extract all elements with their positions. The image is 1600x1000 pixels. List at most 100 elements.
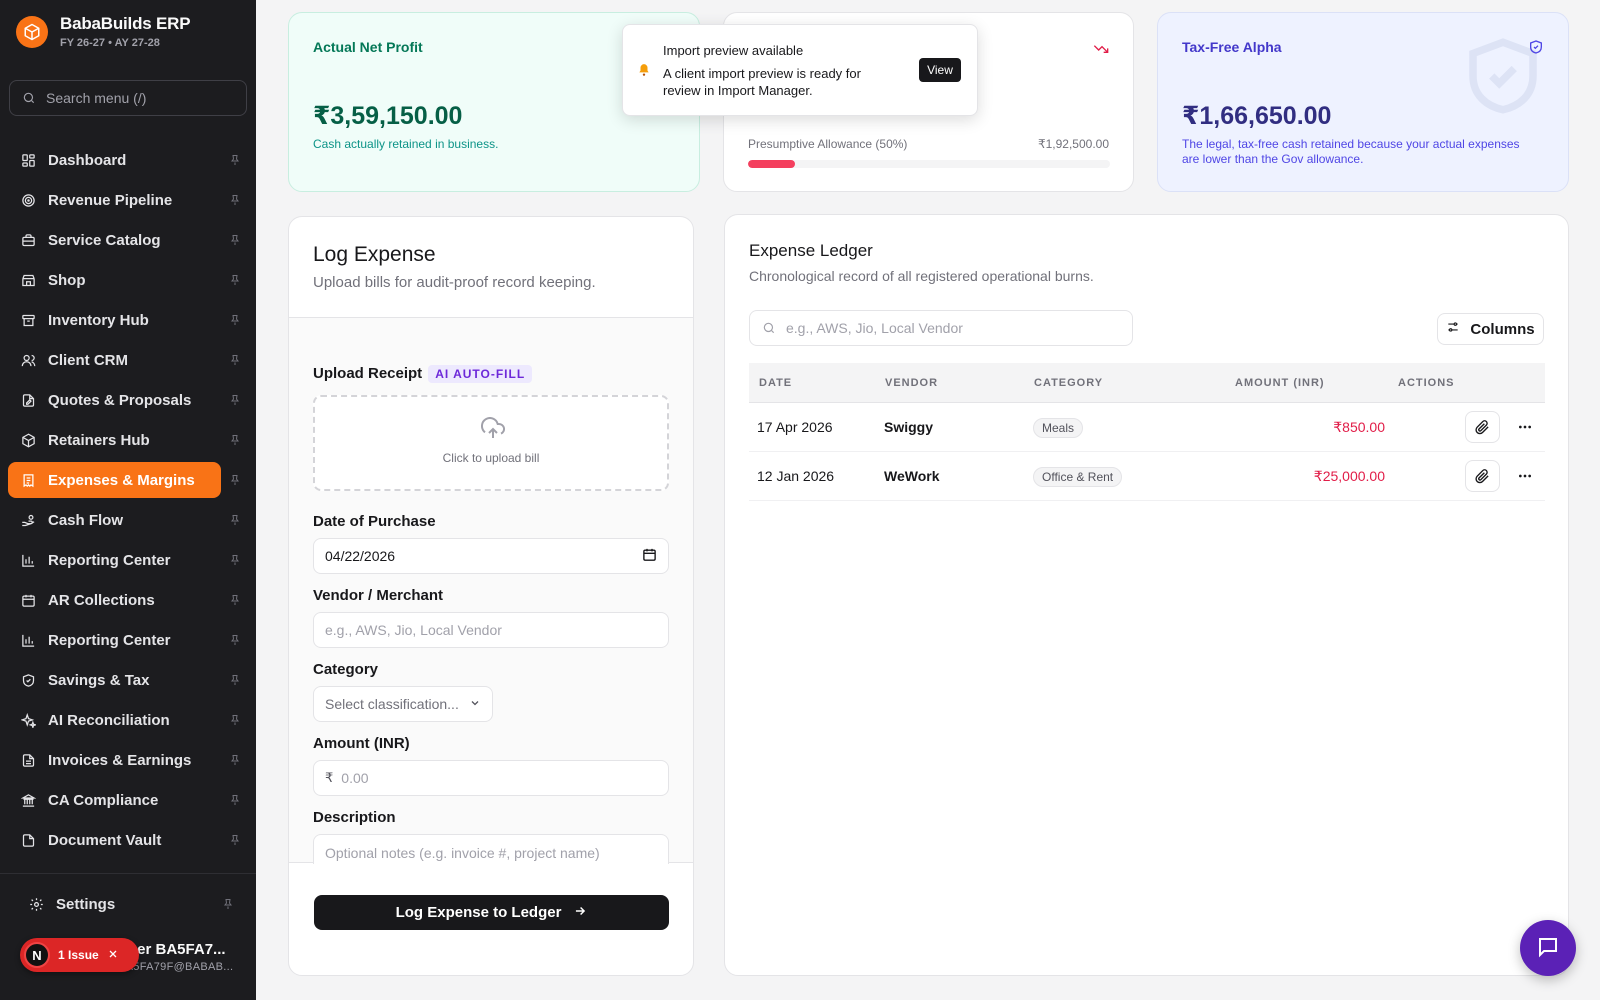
pin-icon[interactable]	[229, 753, 241, 770]
pin-icon[interactable]	[229, 833, 241, 850]
sidebar-divider	[0, 873, 256, 874]
pin-icon[interactable]	[229, 153, 241, 170]
brand[interactable]: BabaBuilds ERP FY 26-27 • AY 27-28	[16, 14, 191, 49]
receipt-icon	[20, 472, 36, 488]
allowance-progress-bar	[748, 160, 1110, 168]
sidebar-item-service-catalog[interactable]: Service Catalog	[8, 222, 248, 258]
toast-view-button[interactable]: View	[919, 58, 961, 82]
pin-icon[interactable]	[229, 713, 241, 730]
row-date: 17 Apr 2026	[757, 419, 833, 435]
category-select[interactable]: Select classification...	[313, 686, 493, 722]
amount-input[interactable]: ₹ 0.00	[313, 760, 669, 796]
table-row[interactable]: 17 Apr 2026 Swiggy Meals ₹850.00	[749, 403, 1545, 452]
chat-button[interactable]	[1520, 920, 1576, 976]
sidebar-item-settings[interactable]: Settings	[16, 886, 246, 922]
sidebar-item-ca-compliance[interactable]: CA Compliance	[8, 782, 248, 818]
chevron-down-icon	[469, 696, 481, 712]
bar-chart-icon	[20, 632, 36, 648]
bar-chart-icon	[20, 552, 36, 568]
sidebar-item-invoices-earnings[interactable]: Invoices & Earnings	[8, 742, 248, 778]
ai-autofill-badge: AI AUTO-FILL	[428, 365, 533, 383]
header-amount[interactable]: AMOUNT (INR)	[1235, 377, 1325, 389]
sidebar-item-shop[interactable]: Shop	[8, 262, 248, 298]
sidebar-item-label: AR Collections	[48, 591, 155, 609]
landmark-icon	[20, 792, 36, 808]
user-profile[interactable]: User BA5FA7... BA5FA79F@BABAB... N 1 Iss…	[20, 938, 250, 978]
ledger-search-input[interactable]: e.g., AWS, Jio, Local Vendor	[749, 310, 1133, 346]
sidebar-item-client-crm[interactable]: Client CRM	[8, 342, 248, 378]
menu-search-input[interactable]: Search menu (/)	[9, 80, 247, 116]
sidebar-item-retainers-hub[interactable]: Retainers Hub	[8, 422, 248, 458]
pin-icon[interactable]	[229, 673, 241, 690]
box-logo-icon	[16, 15, 48, 48]
date-of-purchase-input[interactable]: 04/22/2026	[313, 538, 669, 574]
issue-badge[interactable]: N 1 Issue	[20, 938, 139, 972]
pin-icon[interactable]	[229, 273, 241, 290]
sidebar-item-ar-collections[interactable]: AR Collections	[8, 582, 248, 618]
sidebar-item-expenses-margins[interactable]: Expenses & Margins	[8, 462, 239, 498]
category-tag: Meals	[1033, 418, 1084, 438]
vendor-input[interactable]: e.g., AWS, Jio, Local Vendor	[313, 612, 669, 648]
upload-receipt-dropzone[interactable]: Click to upload bill	[313, 395, 669, 491]
sidebar-item-label: Invoices & Earnings	[48, 751, 192, 769]
search-icon	[763, 322, 775, 334]
sidebar-item-cash-flow[interactable]: Cash Flow	[8, 502, 248, 538]
issue-label: 1 Issue	[58, 948, 99, 962]
pin-icon[interactable]	[229, 793, 241, 810]
rupee-icon: ₹	[325, 770, 334, 785]
hand-coins-icon	[20, 512, 36, 528]
pin-icon[interactable]	[229, 513, 241, 530]
import-toast: Import preview available A client import…	[622, 24, 978, 116]
sparkles-icon	[20, 712, 36, 728]
sidebar-item-ai-reconciliation[interactable]: AI Reconciliation	[8, 702, 248, 738]
paperclip-icon[interactable]	[1465, 460, 1500, 492]
pin-icon[interactable]	[229, 393, 241, 410]
tax-free-alpha-desc: The legal, tax-free cash retained becaus…	[1182, 137, 1520, 166]
sidebar-item-document-vault[interactable]: Document Vault	[8, 822, 248, 858]
pin-icon[interactable]	[229, 473, 241, 490]
search-icon	[23, 92, 35, 104]
log-expense-submit-button[interactable]: Log Expense to Ledger	[314, 895, 669, 930]
sidebar-item-label: Inventory Hub	[48, 311, 149, 329]
upload-receipt-label: Upload Receipt AI AUTO-FILL	[313, 365, 533, 383]
pin-icon[interactable]	[229, 353, 241, 370]
pin-icon[interactable]	[229, 233, 241, 250]
pin-icon[interactable]	[229, 313, 241, 330]
calendar-icon[interactable]	[642, 547, 657, 565]
pin-icon[interactable]	[229, 553, 241, 570]
more-horizontal-icon[interactable]	[1515, 466, 1535, 486]
briefcase-icon	[20, 232, 36, 248]
pin-icon[interactable]	[229, 433, 241, 450]
category-placeholder: Select classification...	[325, 696, 459, 712]
header-vendor[interactable]: VENDOR	[885, 377, 938, 389]
sidebar-item-revenue-pipeline[interactable]: Revenue Pipeline	[8, 182, 248, 218]
category-tag: Office & Rent	[1033, 467, 1123, 487]
sidebar-item-reporting-center[interactable]: Reporting Center	[8, 542, 248, 578]
pin-icon[interactable]	[229, 593, 241, 610]
header-date[interactable]: DATE	[759, 377, 792, 389]
tax-free-alpha-card: Tax-Free Alpha ₹1,66,650.00 The legal, t…	[1157, 12, 1569, 192]
row-amount: ₹850.00	[1333, 419, 1385, 435]
file-text-icon	[20, 752, 36, 768]
pin-icon[interactable]	[229, 633, 241, 650]
pin-icon[interactable]	[229, 193, 241, 210]
sidebar-item-savings-tax[interactable]: Savings & Tax	[8, 662, 248, 698]
sidebar-item-reporting-center-2[interactable]: Reporting Center	[8, 622, 248, 658]
sidebar-item-label: CA Compliance	[48, 791, 159, 809]
columns-button[interactable]: Columns	[1437, 313, 1544, 345]
paperclip-icon[interactable]	[1465, 411, 1500, 443]
close-icon[interactable]	[107, 948, 119, 963]
pin-icon[interactable]	[222, 897, 234, 914]
sidebar-item-inventory-hub[interactable]: Inventory Hub	[8, 302, 248, 338]
vendor-label: Vendor / Merchant	[313, 587, 444, 604]
table-row[interactable]: 12 Jan 2026 WeWork Office & Rent ₹25,000…	[749, 452, 1545, 501]
sidebar-item-dashboard[interactable]: Dashboard	[8, 142, 248, 178]
log-expense-card: Log Expense Upload bills for audit-proof…	[288, 216, 694, 976]
sidebar-item-quotes-proposals[interactable]: Quotes & Proposals	[8, 382, 248, 418]
more-horizontal-icon[interactable]	[1515, 417, 1535, 437]
header-category[interactable]: CATEGORY	[1034, 377, 1103, 389]
row-amount: ₹25,000.00	[1313, 468, 1385, 484]
row-vendor: Swiggy	[884, 419, 934, 435]
description-input[interactable]: Optional notes (e.g. invoice #, project …	[313, 834, 669, 864]
store-icon	[20, 272, 36, 288]
